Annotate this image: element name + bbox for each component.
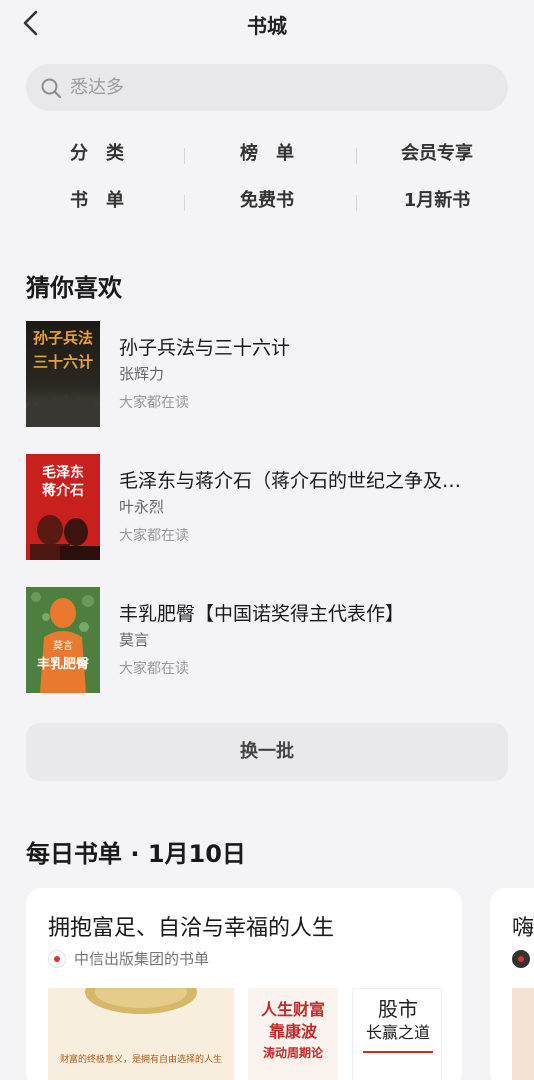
cover-text: 三十六计 [32, 353, 93, 371]
book-status: 大家都在读 [119, 528, 189, 544]
book-thumb[interactable]: 人生财富 靠康波 涛动周期论 [248, 988, 338, 1080]
entry-free[interactable]: 免费书 [200, 181, 334, 221]
search-icon [41, 78, 62, 99]
entry-new[interactable]: 1月新书 [370, 181, 504, 221]
cover-text: 蒋介石 [42, 483, 84, 499]
book-cover[interactable]: 莫言 丰乳肥臀 [26, 587, 100, 693]
thumb-rule [363, 1051, 433, 1053]
cover-text: 孙子兵法 [32, 329, 93, 347]
thumb-text: 长赢之道 [365, 1023, 430, 1042]
entry-row: 书 单 免费书 1月新书 [0, 181, 534, 221]
divider [356, 195, 357, 211]
book-title[interactable]: 孙子兵法与三十六计 [119, 333, 509, 360]
top-bar: 书城 [0, 0, 534, 46]
book-title[interactable]: 丰乳肥臀【中国诺奖得主代表作】 [119, 599, 509, 626]
book-item[interactable]: 孙子兵法 三十六计 孙子兵法与三十六计 张辉力 大家都在读 [26, 321, 516, 429]
cover-art [26, 393, 100, 427]
book-status: 大家都在读 [119, 395, 189, 411]
book-cover[interactable]: 孙子兵法 三十六计 [26, 321, 100, 427]
book-item[interactable]: 毛泽东 蒋介石 毛泽东与蒋介石（蒋介石的世纪之争及… 叶永烈 大家都在读 [26, 454, 516, 562]
search-bar[interactable] [26, 64, 508, 111]
thumb-text: 股市 [378, 997, 418, 1021]
booklist-card[interactable]: 拥抱富足、自洽与幸福的人生 中信出版集团的书单 财富的终极意义，是拥有自由选择的… [26, 888, 462, 1080]
book-author: 莫言 [119, 631, 150, 649]
book-title[interactable]: 毛泽东与蒋介石（蒋介石的世纪之争及… [119, 466, 509, 493]
cover-text: 丰乳肥臀 [36, 657, 89, 672]
coin-art [85, 988, 197, 1014]
thumb-text: 靠康波 [268, 1022, 317, 1041]
card-title[interactable]: 嗨 [512, 910, 534, 942]
page-title: 书城 [247, 14, 287, 38]
thumb-text: 涛动周期论 [262, 1046, 323, 1060]
book-item[interactable]: 莫言 丰乳肥臀 丰乳肥臀【中国诺奖得主代表作】 莫言 大家都在读 [26, 587, 516, 695]
cover-text: 莫言 [53, 641, 73, 652]
refresh-button[interactable]: 换一批 [26, 723, 508, 781]
cover-art [30, 515, 100, 560]
divider [184, 195, 185, 211]
entry-row: 分 类 榜 单 会员专享 [0, 134, 534, 174]
search-input[interactable] [70, 64, 490, 111]
divider [356, 148, 357, 164]
card-title[interactable]: 拥抱富足、自洽与幸福的人生 [48, 910, 334, 942]
book-thumb[interactable] [512, 988, 534, 1080]
book-cover[interactable]: 毛泽东 蒋介石 [26, 454, 100, 560]
book-author: 张辉力 [119, 365, 165, 383]
book-status: 大家都在读 [119, 661, 189, 677]
entry-category[interactable]: 分 类 [30, 134, 164, 174]
thumb-text: 人生财富 [260, 1000, 325, 1019]
entry-vip[interactable]: 会员专享 [370, 134, 504, 174]
booklist-card[interactable]: 嗨 [490, 888, 534, 1080]
publisher-logo-icon [48, 950, 66, 968]
section-title: 每日书单 · 1月10日 [26, 840, 246, 868]
book-thumb[interactable]: 财富的终极意义，是拥有自由选择的人生 [48, 988, 234, 1080]
thumb-text: 财富的终极意义，是拥有自由选择的人生 [59, 1055, 222, 1065]
divider [184, 148, 185, 164]
book-thumb[interactable]: 股市 长赢之道 [352, 988, 442, 1080]
entry-ranking[interactable]: 榜 单 [200, 134, 334, 174]
avatar [512, 950, 530, 968]
section-title: 猜你喜欢 [26, 274, 122, 302]
cover-text: 毛泽东 [42, 465, 84, 481]
book-author: 叶永烈 [119, 498, 165, 516]
card-source-label: 中信出版集团的书单 [74, 950, 210, 968]
entry-booklist[interactable]: 书 单 [30, 181, 164, 221]
